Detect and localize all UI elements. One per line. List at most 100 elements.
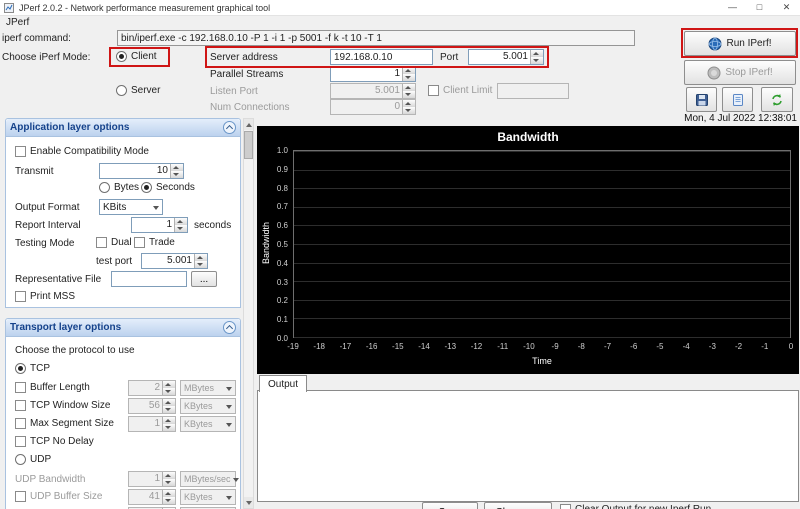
server-address-label: Server address bbox=[210, 52, 278, 63]
checkbox-icon[interactable] bbox=[560, 504, 571, 509]
dual-checkbox[interactable]: Dual bbox=[96, 237, 132, 248]
maximize-button[interactable]: □ bbox=[746, 0, 773, 15]
num-connections-label: Num Connections bbox=[210, 102, 290, 113]
scroll-down-button[interactable] bbox=[244, 497, 253, 508]
scroll-up-button[interactable] bbox=[244, 119, 253, 130]
udp-buffer-checkbox[interactable]: UDP Buffer Size bbox=[15, 491, 102, 502]
vertical-scrollbar[interactable] bbox=[243, 118, 254, 509]
output-save-button[interactable]: Save bbox=[422, 502, 478, 509]
client-limit-checkbox[interactable]: Client Limit bbox=[428, 85, 492, 96]
output-tab[interactable]: Output bbox=[259, 375, 307, 392]
chevron-down-icon bbox=[224, 399, 235, 413]
bytes-radio[interactable]: Bytes bbox=[99, 182, 139, 193]
server-address-field[interactable]: 192.168.0.10 bbox=[330, 49, 433, 65]
output-format-select[interactable]: KBits bbox=[99, 199, 163, 215]
port-label: Port bbox=[440, 52, 459, 63]
select-value: KBytes bbox=[184, 492, 213, 502]
spinner-value: 1 bbox=[154, 418, 160, 429]
output-clear-button[interactable]: Clear now bbox=[484, 502, 552, 509]
udp-radio[interactable]: UDP bbox=[15, 454, 51, 465]
y-tick-label: 0.2 bbox=[276, 296, 288, 306]
spinner-arrows-icon[interactable] bbox=[174, 218, 187, 232]
x-tick-label: -10 bbox=[523, 342, 535, 351]
checkbox-label: UDP Buffer Size bbox=[30, 491, 103, 502]
test-port-spinner[interactable]: 5.001 bbox=[141, 253, 208, 269]
minimize-button[interactable]: — bbox=[719, 0, 746, 15]
spinner-arrows-icon[interactable] bbox=[530, 50, 543, 64]
clear-output-checkbox[interactable]: Clear Output for new Iperf Run bbox=[560, 504, 711, 509]
checkbox-icon[interactable] bbox=[15, 491, 26, 502]
checkbox-icon[interactable] bbox=[15, 400, 26, 411]
checkbox-icon[interactable] bbox=[15, 436, 26, 447]
checkbox-icon[interactable] bbox=[134, 237, 145, 248]
spinner-arrows-icon[interactable] bbox=[170, 164, 183, 178]
radio-icon[interactable] bbox=[15, 363, 26, 374]
max-segment-checkbox[interactable]: Max Segment Size bbox=[15, 418, 114, 429]
x-tick-label: -2 bbox=[735, 342, 743, 351]
checkbox-icon[interactable] bbox=[428, 85, 439, 96]
server-mode-radio[interactable]: Server bbox=[116, 85, 160, 96]
chevron-down-icon bbox=[224, 417, 235, 431]
x-tick-label: 0 bbox=[788, 342, 794, 351]
document-button[interactable] bbox=[722, 87, 753, 112]
enable-compatibility-checkbox[interactable]: Enable Compatibility Mode bbox=[15, 146, 149, 157]
select-value: KBytes bbox=[184, 401, 213, 411]
report-interval-spinner[interactable]: 1 bbox=[131, 217, 188, 233]
x-tick-label: -16 bbox=[365, 342, 378, 351]
spinner-value: 56 bbox=[148, 400, 160, 411]
menu-jperf[interactable]: JPerf bbox=[0, 17, 35, 28]
udp-buffer-unit-select: KBytes bbox=[180, 489, 236, 505]
scrollbar-thumb[interactable] bbox=[244, 131, 253, 159]
window-title: JPerf 2.0.2 - Network performance measur… bbox=[19, 2, 271, 13]
seconds-radio[interactable]: Seconds bbox=[141, 182, 195, 193]
collapse-icon[interactable] bbox=[223, 121, 236, 134]
run-iperf-button[interactable]: Run IPerf! bbox=[684, 31, 796, 56]
radio-icon[interactable] bbox=[116, 85, 127, 96]
checkbox-icon[interactable] bbox=[96, 237, 107, 248]
chevron-down-icon bbox=[151, 200, 162, 214]
save-button[interactable] bbox=[686, 87, 717, 112]
transmit-spinner[interactable]: 10 bbox=[99, 163, 184, 179]
spinner-arrows-icon[interactable] bbox=[194, 254, 207, 268]
checkbox-label: Buffer Length bbox=[30, 382, 90, 393]
print-mss-checkbox[interactable]: Print MSS bbox=[15, 291, 75, 302]
spinner-arrows-icon[interactable] bbox=[402, 67, 415, 81]
representative-file-field[interactable] bbox=[111, 271, 187, 287]
checkbox-icon[interactable] bbox=[15, 146, 26, 157]
radio-icon[interactable] bbox=[116, 51, 127, 62]
trade-checkbox[interactable]: Trade bbox=[134, 237, 175, 248]
application-layer-header[interactable]: Application layer options bbox=[6, 119, 240, 137]
client-mode-radio[interactable]: Client bbox=[116, 51, 157, 62]
radio-icon[interactable] bbox=[15, 454, 26, 465]
restart-button[interactable] bbox=[761, 87, 793, 112]
tcp-radio[interactable]: TCP bbox=[15, 363, 50, 374]
x-tick-label: -9 bbox=[551, 342, 559, 351]
max-segment-unit-select: KBytes bbox=[180, 416, 236, 432]
close-button[interactable]: ✕ bbox=[773, 0, 800, 15]
mode-label: Choose iPerf Mode: bbox=[2, 52, 91, 63]
y-tick-label: 0.3 bbox=[276, 277, 288, 287]
report-interval-label: Report Interval bbox=[15, 220, 81, 231]
transport-layer-header[interactable]: Transport layer options bbox=[6, 319, 240, 337]
checkbox-icon[interactable] bbox=[15, 418, 26, 429]
checkbox-label: Trade bbox=[149, 237, 175, 248]
radio-icon[interactable] bbox=[99, 182, 110, 193]
port-spinner[interactable]: 5.001 bbox=[468, 49, 544, 65]
spinner-arrows-icon bbox=[162, 472, 175, 486]
x-tick-label: -17 bbox=[339, 342, 352, 351]
collapse-icon[interactable] bbox=[223, 321, 236, 334]
tcp-window-checkbox[interactable]: TCP Window Size bbox=[15, 400, 110, 411]
x-tick-label: -19 bbox=[287, 342, 299, 351]
radio-icon[interactable] bbox=[141, 182, 152, 193]
checkbox-icon[interactable] bbox=[15, 291, 26, 302]
checkbox-icon[interactable] bbox=[15, 382, 26, 393]
iperf-command-field[interactable]: bin/iperf.exe -c 192.168.0.10 -P 1 -i 1 … bbox=[117, 30, 635, 46]
output-area[interactable] bbox=[257, 390, 799, 502]
gridline bbox=[294, 318, 790, 320]
spinner-arrows-icon bbox=[162, 381, 175, 395]
tcp-no-delay-checkbox[interactable]: TCP No Delay bbox=[15, 436, 94, 447]
buffer-length-checkbox[interactable]: Buffer Length bbox=[15, 382, 90, 393]
spinner-value: 1 bbox=[166, 219, 172, 230]
parallel-streams-spinner[interactable]: 1 bbox=[330, 66, 416, 82]
browse-button[interactable]: ... bbox=[191, 271, 217, 287]
